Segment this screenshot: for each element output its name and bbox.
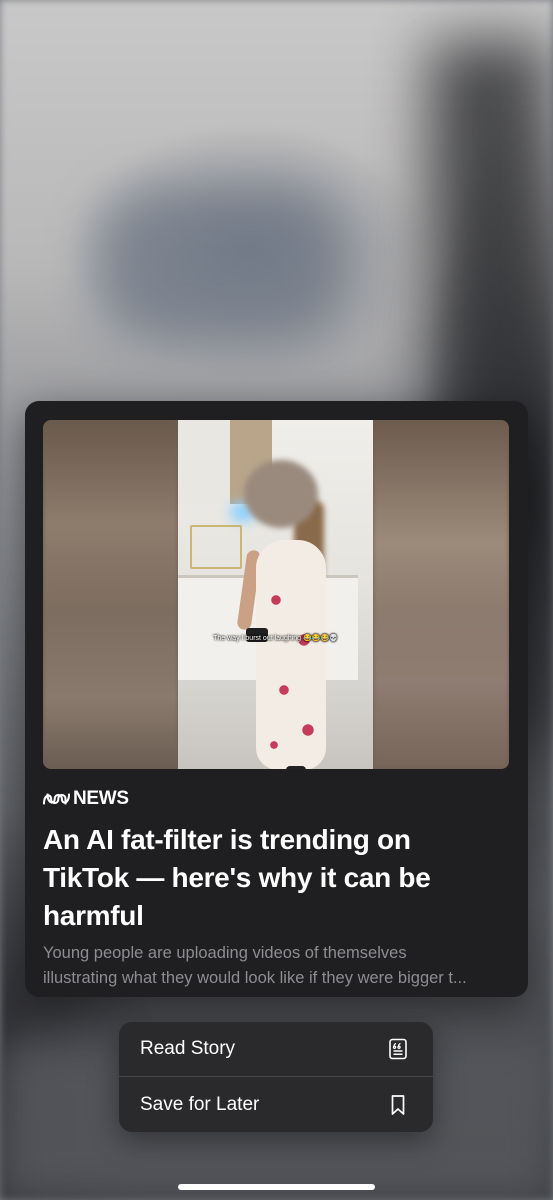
summary-line-1: Young people are uploading videos of the… bbox=[43, 944, 407, 962]
bookmark-icon bbox=[391, 1094, 405, 1115]
article-quote-icon bbox=[389, 1038, 407, 1060]
abc-news-brand: NEWS bbox=[43, 788, 129, 810]
abc-logo-icon bbox=[43, 793, 70, 805]
article-headline: An AI fat-filter is trending on TikTok —… bbox=[43, 824, 431, 931]
summary-line-2: illustrating what they would look like i… bbox=[43, 969, 467, 987]
article-thumbnail: The way I burst out laughing 😂😂😂💀 bbox=[43, 420, 509, 769]
save-for-later-menu-item[interactable]: Save for Later bbox=[119, 1077, 433, 1132]
home-indicator[interactable] bbox=[178, 1184, 375, 1190]
video-caption: The way I burst out laughing 😂😂😂💀 bbox=[213, 635, 338, 642]
read-story-label: Read Story bbox=[140, 1038, 236, 1059]
person-figure bbox=[236, 460, 336, 769]
blurred-face bbox=[244, 460, 318, 528]
save-for-later-label: Save for Later bbox=[140, 1093, 260, 1115]
news-article-preview-card[interactable]: The way I burst out laughing 😂😂😂💀 NEWS A… bbox=[25, 401, 528, 997]
source-name: NEWS bbox=[73, 788, 129, 809]
context-menu: Read Story Save for Later bbox=[119, 1022, 433, 1132]
read-story-menu-item[interactable]: Read Story bbox=[119, 1022, 433, 1077]
tiktok-video-frame: The way I burst out laughing 😂😂😂💀 bbox=[178, 420, 373, 769]
article-summary: Young people are uploading videos of the… bbox=[43, 941, 503, 991]
